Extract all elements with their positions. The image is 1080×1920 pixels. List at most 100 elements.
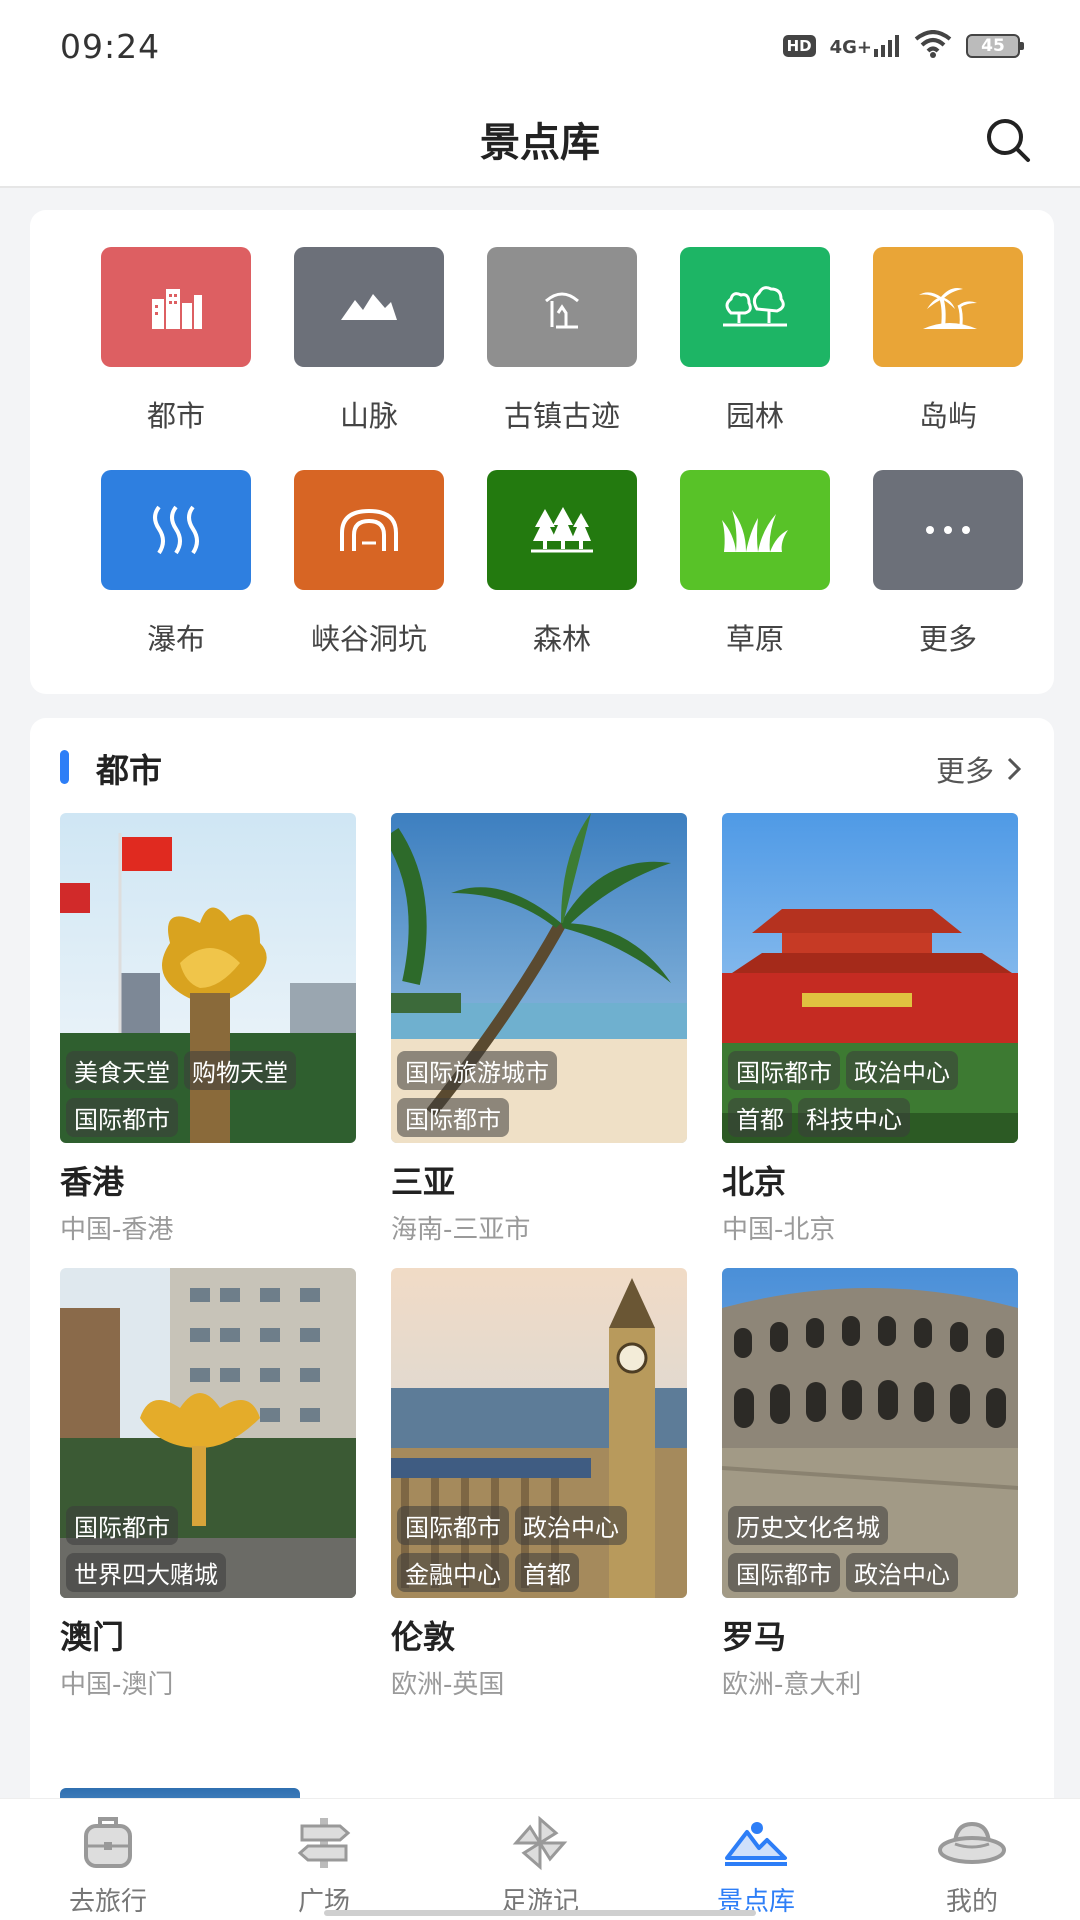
tag: 国际都市 — [397, 1098, 509, 1137]
more-label: 更多 — [935, 754, 994, 788]
category-label: 更多 — [918, 622, 977, 656]
city-location: 欧洲-意大利 — [722, 1670, 862, 1700]
city-card-rome[interactable]: 历史文化名城 国际都市 政治中心 罗马 欧洲-意大利 — [722, 1268, 1018, 1701]
section-title: 都市 — [96, 751, 162, 790]
city-photo: 历史文化名城 国际都市 政治中心 — [722, 1268, 1018, 1598]
category-label: 园林 — [725, 399, 784, 433]
city-card-hongkong[interactable]: 美食天堂 购物天堂 国际都市 香港 中国-香港 — [60, 813, 356, 1246]
forest-icon — [487, 470, 637, 590]
city-photo: 国际都市 政治中心 首都 科技中心 — [722, 813, 1018, 1143]
nav-travelogue[interactable]: 足游记 — [432, 1799, 648, 1920]
page-title: 景点库 — [480, 120, 600, 166]
tag: 政治中心 — [515, 1506, 627, 1545]
category-grassland[interactable]: 草原 — [660, 470, 850, 670]
wifi-icon — [914, 30, 952, 62]
nav-travel[interactable]: 去旅行 — [0, 1799, 216, 1920]
canyon-icon — [294, 470, 444, 590]
tag-group: 国际都市 世界四大赌城 — [66, 1506, 226, 1592]
category-mountain[interactable]: 山脉 — [274, 247, 464, 447]
nav-mine[interactable]: 我的 — [864, 1799, 1080, 1920]
tag: 历史文化名城 — [728, 1506, 888, 1545]
signpost-icon — [288, 1813, 360, 1873]
status-bar: 09:24 HD 4G+ 45 — [0, 0, 1080, 92]
city-location: 中国-澳门 — [60, 1670, 174, 1700]
city-photo: 美食天堂 购物天堂 国际都市 — [60, 813, 356, 1143]
category-more[interactable]: 更多 — [853, 470, 1043, 670]
city-name: 三亚 — [391, 1163, 456, 1201]
category-canyon[interactable]: 峡谷洞坑 — [274, 470, 464, 670]
city-name: 北京 — [722, 1163, 787, 1201]
garden-icon — [680, 247, 830, 367]
city-photo: 国际都市 世界四大赌城 — [60, 1268, 356, 1598]
landscape-icon — [720, 1813, 792, 1873]
tag: 国际旅游城市 — [397, 1051, 557, 1090]
tag-group: 国际都市 政治中心 首都 科技中心 — [728, 1051, 958, 1137]
category-label: 山脉 — [339, 399, 398, 433]
tag-group: 美食天堂 购物天堂 国际都市 — [66, 1051, 296, 1137]
city-name: 澳门 — [60, 1618, 125, 1656]
category-label: 都市 — [146, 399, 205, 433]
nav-label: 我的 — [945, 1887, 998, 1917]
tag-group: 历史文化名城 国际都市 政治中心 — [728, 1506, 958, 1592]
city-card-sanya[interactable]: 国际旅游城市 国际都市 三亚 海南-三亚市 — [391, 813, 687, 1246]
hat-icon — [936, 1813, 1008, 1873]
tag-group: 国际旅游城市 国际都市 — [397, 1051, 557, 1137]
tag: 政治中心 — [846, 1553, 958, 1592]
hd-badge: HD — [782, 35, 816, 57]
more-dots-icon — [873, 470, 1023, 590]
suitcase-icon — [72, 1813, 144, 1873]
category-label: 森林 — [532, 622, 591, 656]
status-icons: HD 4G+ 45 — [782, 30, 1024, 62]
category-label: 峡谷洞坑 — [310, 622, 427, 656]
city-name: 罗马 — [722, 1618, 787, 1656]
network-type: 4G+ — [829, 37, 872, 58]
city-card-macau[interactable]: 国际都市 世界四大赌城 澳门 中国-澳门 — [60, 1268, 356, 1701]
tag: 国际都市 — [66, 1506, 178, 1545]
tag: 国际都市 — [66, 1098, 178, 1137]
pinwheel-icon — [504, 1813, 576, 1873]
category-ancient-town[interactable]: 古镇古迹 — [467, 247, 657, 447]
tag: 首都 — [728, 1098, 792, 1137]
city-name: 香港 — [60, 1163, 125, 1201]
category-island[interactable]: 岛屿 — [853, 247, 1043, 447]
category-forest[interactable]: 森林 — [467, 470, 657, 670]
more-link[interactable]: 更多 — [936, 748, 1022, 790]
city-location: 欧洲-英国 — [391, 1670, 505, 1700]
nav-attractions[interactable]: 景点库 — [648, 1799, 864, 1920]
header: 景点库 — [0, 92, 1080, 188]
search-icon — [987, 119, 1030, 162]
status-time: 09:24 — [60, 26, 161, 66]
city-photo: 国际旅游城市 国际都市 — [391, 813, 687, 1143]
category-label: 草原 — [725, 622, 784, 656]
grassland-icon — [680, 470, 830, 590]
category-city[interactable]: 都市 — [81, 247, 271, 447]
tag: 国际都市 — [728, 1051, 840, 1090]
tag: 金融中心 — [397, 1553, 509, 1592]
tag: 国际都市 — [397, 1506, 509, 1545]
pagoda-icon — [487, 247, 637, 367]
nav-square[interactable]: 广场 — [216, 1799, 432, 1920]
city-card-beijing[interactable]: 国际都市 政治中心 首都 科技中心 北京 中国-北京 — [722, 813, 1018, 1246]
tag: 世界四大赌城 — [66, 1553, 226, 1592]
city-photo: 国际都市 政治中心 金融中心 首都 — [391, 1268, 687, 1598]
city-location: 中国-北京 — [722, 1215, 836, 1245]
city-location: 中国-香港 — [60, 1215, 174, 1245]
category-label: 瀑布 — [146, 622, 205, 656]
home-indicator — [324, 1910, 756, 1916]
city-icon — [101, 247, 251, 367]
category-waterfall[interactable]: 瀑布 — [81, 470, 271, 670]
search-button[interactable] — [980, 112, 1036, 168]
battery-icon: 45 — [966, 34, 1024, 58]
tag: 科技中心 — [798, 1098, 910, 1137]
tag: 国际都市 — [728, 1553, 840, 1592]
category-garden[interactable]: 园林 — [660, 247, 850, 447]
waterfall-icon — [101, 470, 251, 590]
city-location: 海南-三亚市 — [391, 1215, 531, 1245]
nav-label: 去旅行 — [68, 1887, 147, 1917]
category-grid: 都市 山脉 古镇古迹 园林 岛屿 瀑布 峡谷洞坑 森林 草原 更多 — [30, 210, 1054, 694]
signal-icon: 4G+ — [830, 35, 900, 57]
city-card-london[interactable]: 国际都市 政治中心 金融中心 首都 伦敦 欧洲-英国 — [391, 1268, 687, 1701]
city-section: 都市 更多 美食天堂 购物天堂 国际都市 香港 中国-香港 国际旅游城市 国际都… — [30, 718, 1054, 1920]
mountain-icon — [294, 247, 444, 367]
bottom-nav: 去旅行 广场 足游记 景点库 我的 — [0, 1798, 1080, 1920]
